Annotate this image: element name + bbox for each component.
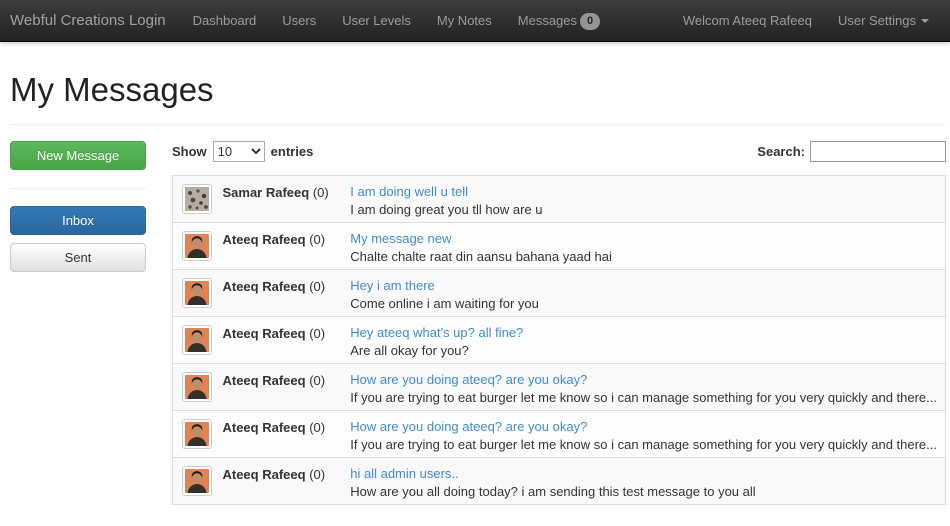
nav-item-user-levels[interactable]: User Levels (329, 0, 424, 41)
unread-count: (0) (309, 420, 325, 435)
top-navbar: Webful Creations Login Dashboard Users U… (0, 0, 950, 42)
user-settings-dropdown[interactable]: User Settings (825, 0, 942, 41)
nav-item-dashboard[interactable]: Dashboard (180, 0, 270, 41)
message-preview: Are all okay for you? (350, 343, 937, 358)
sidebar: New Message Inbox Sent (10, 141, 146, 272)
sent-button[interactable]: Sent (10, 243, 146, 272)
caret-down-icon (921, 19, 929, 23)
message-subject-link[interactable]: How are you doing ateeq? are you okay? (350, 419, 587, 434)
page-size-select[interactable]: 10 (213, 141, 265, 162)
unread-count: (0) (309, 232, 325, 247)
sender-avatar (182, 184, 212, 214)
message-preview: I am doing great you tll how are u (350, 202, 937, 217)
message-subject-link[interactable]: Hey i am there (350, 278, 435, 293)
sender-avatar (182, 466, 212, 496)
message-row[interactable]: Ateeq Rafeeq (0) hi all admin users.. Ho… (173, 458, 946, 505)
message-row[interactable]: Ateeq Rafeeq (0) How are you doing ateeq… (173, 411, 946, 458)
sender-avatar (182, 231, 212, 261)
nav-item-messages[interactable]: Messages0 (505, 0, 613, 41)
message-row[interactable]: Ateeq Rafeeq (0) My message new Chalte c… (173, 223, 946, 270)
message-subject-link[interactable]: Hey ateeq what's up? all fine? (350, 325, 523, 340)
sender-name: Ateeq Rafeeq (222, 232, 305, 247)
message-row[interactable]: Ateeq Rafeeq (0) How are you doing ateeq… (173, 364, 946, 411)
sender-name: Ateeq Rafeeq (222, 420, 305, 435)
sender-name: Ateeq Rafeeq (222, 279, 305, 294)
message-preview: If you are trying to eat burger let me k… (350, 437, 937, 452)
person-avatar-icon (185, 328, 209, 352)
search-control: Search: (757, 141, 946, 162)
person-avatar-icon (185, 375, 209, 399)
message-subject-link[interactable]: How are you doing ateeq? are you okay? (350, 372, 587, 387)
person-avatar-icon (185, 422, 209, 446)
message-row[interactable]: Ateeq Rafeeq (0) Hey i am there Come onl… (173, 270, 946, 317)
message-row[interactable]: Ateeq Rafeeq (0) Hey ateeq what's up? al… (173, 317, 946, 364)
message-subject-link[interactable]: My message new (350, 231, 451, 246)
title-divider (10, 124, 946, 125)
person-avatar-icon (185, 281, 209, 305)
sender-avatar (182, 278, 212, 308)
message-subject-link[interactable]: I am doing well u tell (350, 184, 468, 199)
new-message-button[interactable]: New Message (10, 141, 146, 170)
sender-name: Ateeq Rafeeq (222, 326, 305, 341)
unread-count: (0) (309, 326, 325, 341)
entries-label: entries (271, 144, 314, 159)
nav-item-messages-label: Messages (518, 13, 577, 28)
show-label: Show (172, 144, 207, 159)
message-preview: If you are trying to eat burger let me k… (350, 390, 937, 405)
nav-item-users[interactable]: Users (269, 0, 329, 41)
unread-count: (0) (309, 373, 325, 388)
person-avatar-icon (185, 234, 209, 258)
inbox-button[interactable]: Inbox (10, 206, 146, 235)
sidebar-divider (10, 188, 146, 189)
nav-item-my-notes[interactable]: My Notes (424, 0, 505, 41)
sender-name: Ateeq Rafeeq (222, 467, 305, 482)
message-preview: Chalte chalte raat din aansu bahana yaad… (350, 249, 937, 264)
message-subject-link[interactable]: hi all admin users.. (350, 466, 458, 481)
messages-panel: Show 10 entries Search: (172, 141, 946, 505)
message-preview: Come online i am waiting for you (350, 296, 937, 311)
sender-avatar (182, 372, 212, 402)
brand-title[interactable]: Webful Creations Login (0, 0, 180, 41)
messages-table-body: Samar Rafeeq (0) I am doing well u tell … (173, 176, 946, 505)
message-row[interactable]: Samar Rafeeq (0) I am doing well u tell … (173, 176, 946, 223)
unread-count: (0) (313, 185, 329, 200)
show-entries-control: Show 10 entries (172, 141, 313, 162)
sender-name: Ateeq Rafeeq (222, 373, 305, 388)
welcome-user-label: Welcom Ateeq Rafeeq (670, 0, 825, 41)
search-input[interactable] (810, 141, 946, 162)
user-settings-label: User Settings (838, 13, 916, 28)
sender-avatar (182, 325, 212, 355)
person-avatar-icon (185, 469, 209, 493)
page-title: My Messages (10, 71, 946, 109)
unread-count: (0) (309, 467, 325, 482)
sender-avatar (182, 419, 212, 449)
unread-count: (0) (309, 279, 325, 294)
messages-table: Samar Rafeeq (0) I am doing well u tell … (172, 175, 946, 505)
search-label: Search: (757, 144, 805, 159)
sender-name: Samar Rafeeq (222, 185, 309, 200)
pattern-avatar-icon (185, 187, 209, 211)
message-preview: How are you all doing today? i am sendin… (350, 484, 937, 499)
messages-count-badge: 0 (580, 13, 600, 30)
